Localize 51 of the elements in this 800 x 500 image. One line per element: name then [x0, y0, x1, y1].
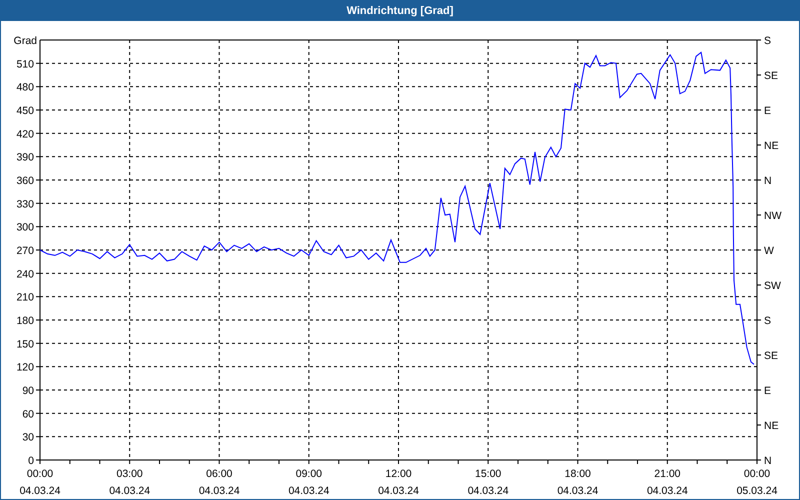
- y-tick-label: 210: [16, 292, 34, 304]
- compass-label: N: [764, 455, 772, 467]
- y-tick-label: 240: [16, 268, 34, 280]
- y-tick-label: 150: [16, 338, 34, 350]
- y-tick-label: 390: [16, 152, 34, 164]
- x-tick-date: 04.03.24: [646, 485, 688, 497]
- compass-label: SE: [764, 350, 778, 362]
- x-tick-date: 04.03.24: [557, 485, 598, 497]
- compass-label: NE: [764, 140, 779, 152]
- x-tick-label: 06:00: [206, 468, 232, 480]
- y-tick-label: 30: [22, 432, 34, 444]
- window-title: Windrichtung [Grad]: [0, 0, 800, 21]
- compass-label: E: [764, 385, 772, 397]
- y-tick-label: 510: [16, 58, 34, 70]
- y-tick-label: 450: [16, 105, 34, 117]
- compass-label: NE: [764, 420, 779, 432]
- compass-label: W: [764, 245, 774, 257]
- y-tick-label: 300: [16, 222, 34, 234]
- x-tick-date: 04.03.24: [109, 485, 150, 497]
- x-tick-date: 04.03.24: [198, 485, 240, 497]
- x-tick-label: 21:00: [654, 468, 681, 480]
- x-tick-label: 09:00: [296, 468, 322, 480]
- x-tick-label: 00:00: [744, 468, 770, 480]
- y-tick-label: 270: [16, 245, 34, 257]
- compass-label: SW: [764, 280, 781, 292]
- x-tick-date: 04.03.24: [288, 485, 330, 497]
- compass-label: NW: [764, 210, 782, 222]
- compass-label: E: [764, 105, 772, 117]
- y-tick-label: 0: [28, 455, 34, 467]
- compass-label: S: [764, 35, 772, 47]
- y-tick-label: 120: [16, 362, 34, 374]
- y-tick-label: 360: [16, 175, 34, 187]
- y-tick-label: 180: [16, 315, 34, 327]
- x-tick-date: 04.03.24: [378, 485, 419, 497]
- x-tick-date: 05.03.24: [736, 485, 778, 497]
- y-tick-label: 90: [22, 385, 34, 397]
- compass-label: S: [764, 315, 772, 327]
- y-tick-label: 60: [22, 408, 34, 420]
- y-tick-label: 480: [16, 82, 34, 94]
- x-tick-date: 04.03.24: [468, 485, 509, 497]
- x-tick-label: 03:00: [116, 468, 143, 480]
- x-tick-label: 00:00: [26, 468, 54, 480]
- y-axis-title: Grad: [14, 35, 37, 47]
- x-tick-label: 18:00: [564, 468, 591, 480]
- x-tick-label: 15:00: [474, 468, 502, 480]
- y-tick-label: 420: [16, 128, 34, 140]
- x-tick-label: 12:00: [385, 468, 412, 480]
- compass-label: SE: [764, 70, 778, 82]
- y-tick-label: 330: [16, 198, 34, 210]
- compass-label: N: [764, 175, 772, 187]
- x-tick-date: 04.03.24: [20, 485, 60, 497]
